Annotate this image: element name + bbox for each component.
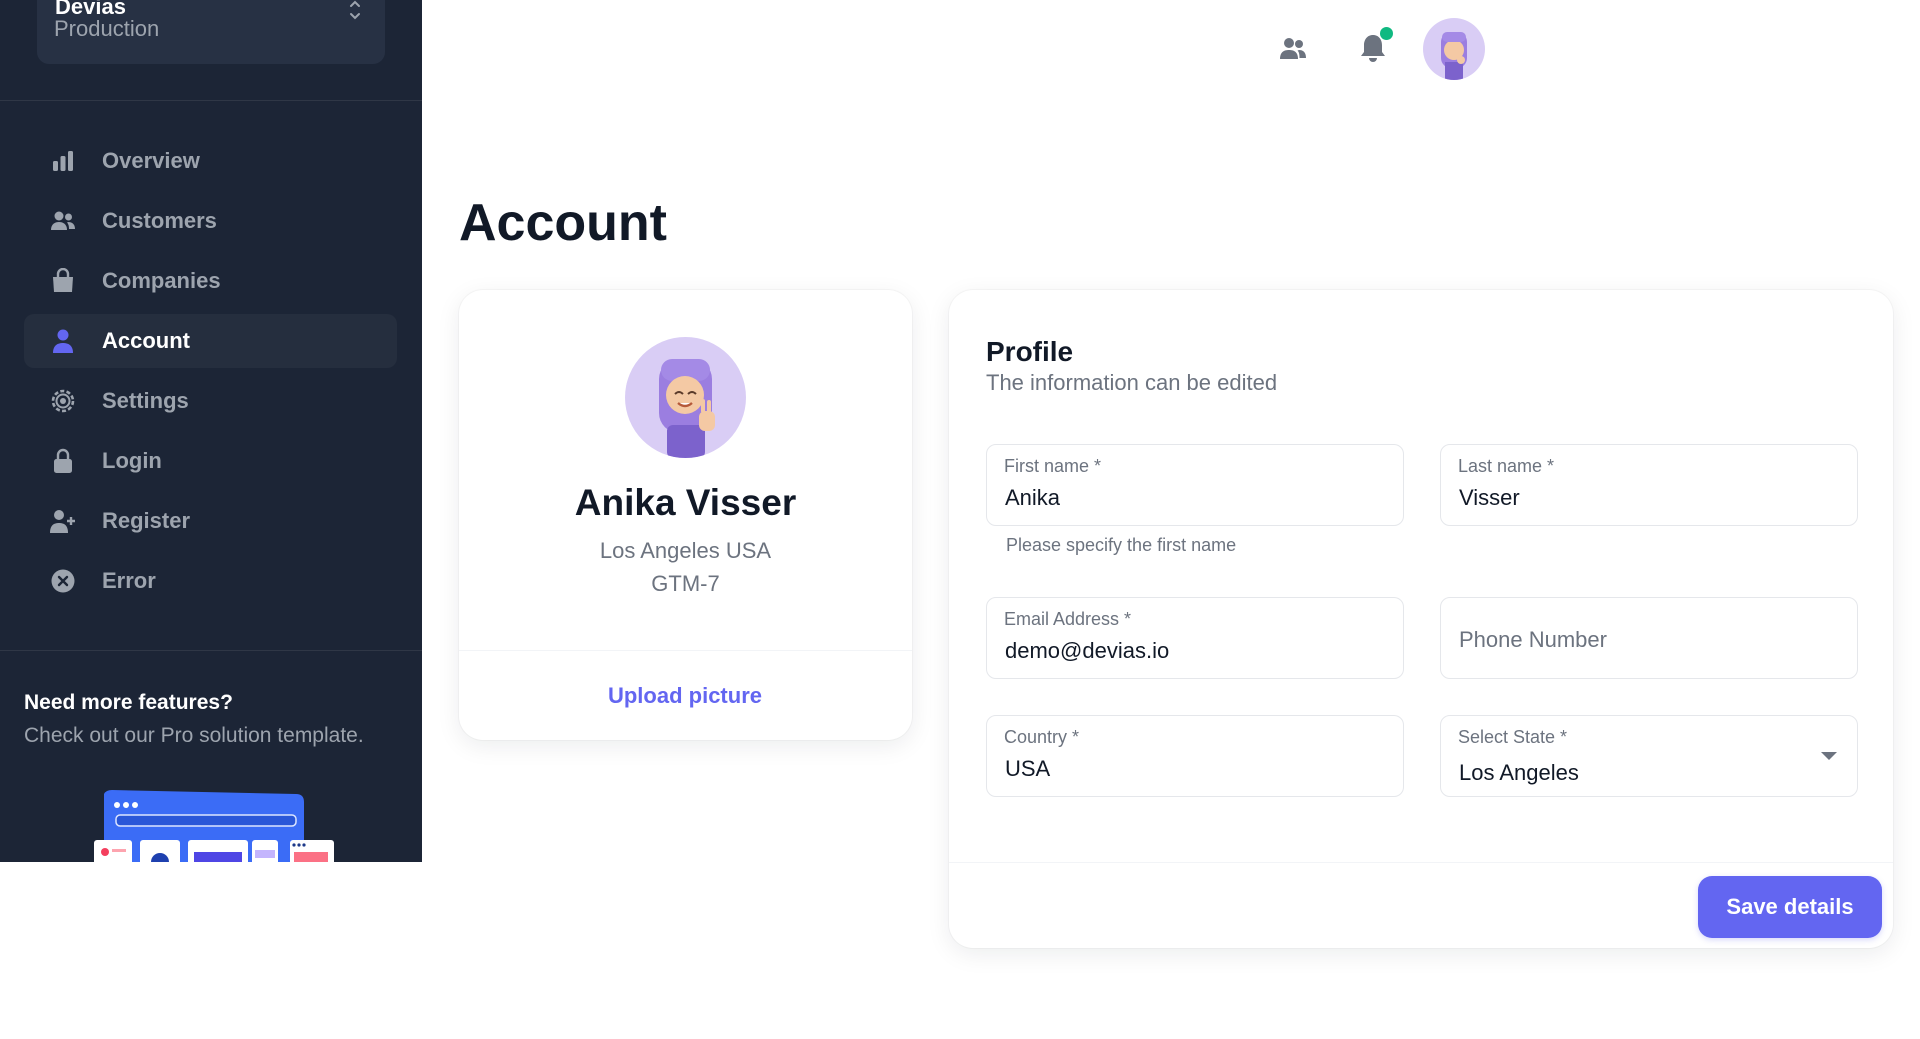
last-name-field[interactable]: Last name * Visser	[1440, 444, 1858, 526]
last-name-value: Visser	[1459, 485, 1520, 510]
sidebar-item-customers[interactable]: Customers	[24, 194, 397, 248]
sidebar-divider	[0, 100, 422, 101]
sidebar-item-label: Customers	[102, 208, 217, 233]
state-value: Los Angeles	[1459, 760, 1579, 785]
profile-name: Anika Visser	[574, 482, 797, 523]
sidebar-item-account[interactable]: Account	[24, 314, 397, 368]
users-icon	[50, 208, 76, 234]
email-field[interactable]: Email Address * demo@devias.io	[986, 597, 1404, 679]
card-divider	[459, 650, 912, 651]
sidebar-item-label: Register	[102, 508, 191, 533]
shopping-bag-icon	[50, 268, 76, 294]
sidebar-item-register[interactable]: Register	[24, 494, 397, 548]
user-plus-icon	[50, 508, 76, 534]
card-divider	[949, 862, 1893, 863]
notification-badge	[1380, 27, 1393, 40]
email-value: demo@devias.io	[1005, 638, 1170, 663]
sidebar-item-label: Error	[102, 568, 156, 593]
phone-number-field[interactable]: Phone Number	[1440, 597, 1858, 679]
page-title: Account	[459, 194, 667, 252]
x-circle-icon	[50, 568, 76, 594]
sidebar: Devias Production Overview Customers Com…	[0, 0, 422, 862]
contacts-icon[interactable]	[1278, 34, 1308, 64]
profile-location: Los Angeles USA	[599, 538, 772, 563]
save-details-button[interactable]: Save details	[1698, 876, 1882, 938]
promo-title: Need more features?	[24, 691, 233, 714]
first-name-helper-text: Please specify the first name	[1006, 535, 1237, 555]
pro-template-illustration	[94, 790, 334, 862]
promo-text: Check out our Pro solution template.	[24, 724, 364, 747]
form-title: Profile	[986, 336, 1074, 367]
chevron-up-down-icon	[347, 0, 363, 27]
last-name-label: Last name *	[1458, 456, 1555, 476]
profile-timezone: GTM-7	[651, 571, 720, 596]
state-select[interactable]: Select State * Los Angeles	[1440, 715, 1858, 797]
sidebar-item-settings[interactable]: Settings	[24, 374, 397, 428]
avatar	[625, 337, 746, 458]
phone-number-placeholder: Phone Number	[1459, 627, 1607, 652]
app-root: Devias Production Overview Customers Com…	[0, 0, 1920, 1039]
country-field[interactable]: Country * USA	[986, 715, 1404, 797]
caret-down-icon	[1821, 752, 1837, 760]
sidebar-divider	[0, 650, 422, 651]
cog-icon	[50, 388, 76, 414]
form-subtitle: The information can be edited	[986, 370, 1278, 395]
first-name-field[interactable]: First name * Anika	[986, 444, 1404, 526]
sidebar-item-label: Login	[102, 448, 162, 473]
state-label: Select State *	[1458, 727, 1568, 747]
sidebar-nav: Overview Customers Companies Account Set…	[24, 134, 397, 614]
profile-summary-card: Anika Visser Los Angeles USA GTM-7 Uploa…	[459, 290, 912, 740]
sidebar-item-label: Account	[102, 328, 190, 353]
first-name-value: Anika	[1005, 485, 1061, 510]
sidebar-item-label: Companies	[102, 268, 221, 293]
chart-bar-icon	[50, 148, 76, 174]
workspace-switcher[interactable]: Devias Production	[37, 0, 385, 64]
sidebar-item-companies[interactable]: Companies	[24, 254, 397, 308]
sidebar-item-overview[interactable]: Overview	[24, 134, 397, 188]
sidebar-item-error[interactable]: Error	[24, 554, 397, 608]
sidebar-item-login[interactable]: Login	[24, 434, 397, 488]
workspace-environment: Production	[54, 16, 160, 41]
country-label: Country *	[1004, 727, 1080, 747]
upload-picture-button[interactable]: Upload picture	[585, 674, 785, 718]
country-value: USA	[1005, 756, 1051, 781]
lock-icon	[50, 448, 76, 474]
user-avatar[interactable]	[1423, 18, 1485, 80]
profile-form-card: Profile The information can be edited Fi…	[949, 290, 1893, 948]
first-name-label: First name *	[1004, 456, 1102, 476]
user-icon	[50, 328, 76, 354]
sidebar-item-label: Overview	[102, 148, 200, 173]
email-label: Email Address *	[1004, 609, 1132, 629]
sidebar-item-label: Settings	[102, 388, 189, 413]
